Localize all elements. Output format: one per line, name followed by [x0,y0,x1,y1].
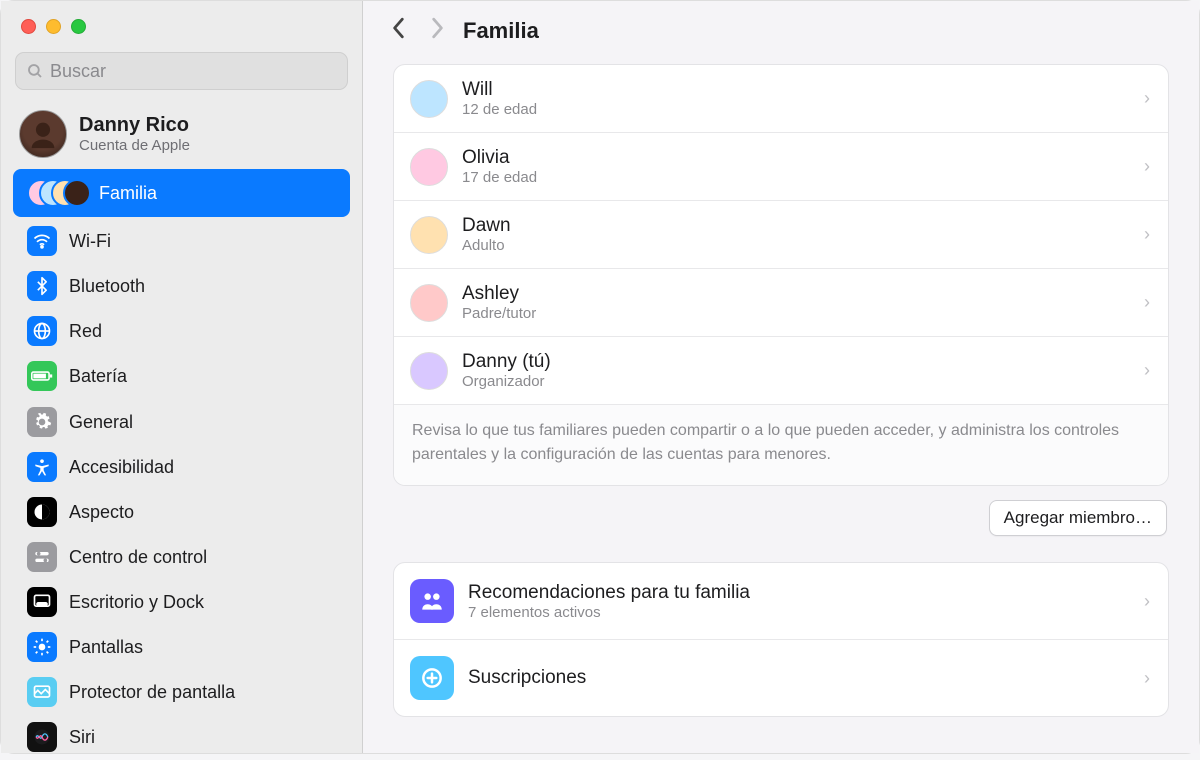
sidebar-item-accesibilidad[interactable]: Accesibilidad [13,445,350,489]
back-button[interactable] [391,17,407,44]
member-avatar [410,284,448,322]
appear-icon [27,497,57,527]
titlebar: Familia [363,1,1199,52]
member-avatar [410,352,448,390]
settings-window: Buscar Danny Rico Cuenta de Apple Famili… [1,1,1199,753]
minimize-window-button[interactable] [46,19,61,34]
sidebar-item-label: Red [69,321,102,342]
sidebar-item-label: Familia [99,183,157,204]
sidebar-item-label: Protector de pantalla [69,682,235,703]
member-subtitle: Padre/tutor [462,305,536,322]
member-avatar [410,148,448,186]
chevron-right-icon: › [1144,360,1150,381]
sidebar-item-label: Accesibilidad [69,457,174,478]
sidebar-item-label: Bluetooth [69,276,145,297]
sidebar-item-bluetooth[interactable]: Bluetooth [13,264,350,308]
sidebar-item-label: Aspecto [69,502,134,523]
disp-icon [27,632,57,662]
family-member-row[interactable]: Will 12 de edad › [394,65,1168,133]
sidebar-item-familia[interactable]: Familia [13,169,350,217]
chevron-right-icon: › [1144,224,1150,245]
chevron-right-icon: › [1144,668,1150,689]
ss-icon [27,677,57,707]
family-option-row[interactable]: Suscripciones › [394,639,1168,716]
sidebar-item-label: Wi-Fi [69,231,111,252]
family-member-row[interactable]: Dawn Adulto › [394,201,1168,269]
acc-icon [27,452,57,482]
account-avatar [19,110,67,158]
sidebar: Buscar Danny Rico Cuenta de Apple Famili… [1,1,363,753]
family-member-row[interactable]: Danny (tú) Organizador › [394,337,1168,404]
member-subtitle: Organizador [462,373,551,390]
chevron-right-icon: › [1144,88,1150,109]
family-member-row[interactable]: Ashley Padre/tutor › [394,269,1168,337]
family-option-row[interactable]: Recomendaciones para tu familia 7 elemen… [394,563,1168,639]
sidebar-item-protector-de-pantalla[interactable]: Protector de pantalla [13,670,350,714]
member-name: Danny (tú) [462,351,551,373]
sidebar-item-red[interactable]: Red [13,309,350,353]
sidebar-item-aspecto[interactable]: Aspecto [13,490,350,534]
family-members-card: Will 12 de edad › Olivia 17 de edad › Da… [393,64,1169,486]
sidebar-item-wi-fi[interactable]: Wi-Fi [13,219,350,263]
window-controls [1,13,362,52]
sidebar-item-pantallas[interactable]: Pantallas [13,625,350,669]
forward-button[interactable] [429,17,445,44]
cc-icon [27,542,57,572]
siri-icon [27,722,57,752]
family-avatars-icon [27,178,87,208]
option-subtitle: 7 elementos activos [468,604,750,621]
member-subtitle: Adulto [462,237,511,254]
sidebar-item-label: Centro de control [69,547,207,568]
fullscreen-window-button[interactable] [71,19,86,34]
option-title: Recomendaciones para tu familia [468,582,750,604]
sidebar-item-label: Siri [69,727,95,748]
option-title: Suscripciones [468,667,586,689]
add-member-button[interactable]: Agregar miembro… [989,500,1167,536]
family-member-row[interactable]: Olivia 17 de edad › [394,133,1168,201]
subs-icon [410,656,454,700]
chevron-right-icon: › [1144,591,1150,612]
member-subtitle: 17 de edad [462,169,537,186]
search-icon [26,62,44,80]
search-input[interactable]: Buscar [15,52,348,90]
account-name: Danny Rico [79,114,190,137]
sidebar-item-centro-de-control[interactable]: Centro de control [13,535,350,579]
search-placeholder: Buscar [50,61,106,82]
sidebar-item-escritorio-y-dock[interactable]: Escritorio y Dock [13,580,350,624]
bt-icon [27,271,57,301]
member-name: Will [462,79,537,101]
globe-icon [27,316,57,346]
account-row[interactable]: Danny Rico Cuenta de Apple [1,104,362,168]
sidebar-item-label: Batería [69,366,127,387]
sidebar-item-siri[interactable]: Siri [13,715,350,759]
sidebar-item-general[interactable]: General [13,400,350,444]
chevron-right-icon: › [1144,156,1150,177]
batt-icon [27,361,57,391]
sidebar-item-label: General [69,412,133,433]
close-window-button[interactable] [21,19,36,34]
sidebar-item-batería[interactable]: Batería [13,354,350,398]
member-avatar [410,80,448,118]
help-text: Revisa lo que tus familiares pueden comp… [394,404,1168,485]
dock-icon [27,587,57,617]
main-panel: Familia Will 12 de edad › Olivia 17 de e… [363,1,1199,753]
member-name: Olivia [462,147,537,169]
member-subtitle: 12 de edad [462,101,537,118]
page-title: Familia [463,18,539,44]
member-name: Dawn [462,215,511,237]
sidebar-item-label: Escritorio y Dock [69,592,204,613]
wifi-icon [27,226,57,256]
account-subtitle: Cuenta de Apple [79,137,190,154]
sidebar-item-label: Pantallas [69,637,143,658]
member-avatar [410,216,448,254]
gear-icon [27,407,57,437]
family-icon [410,579,454,623]
member-name: Ashley [462,283,536,305]
chevron-right-icon: › [1144,292,1150,313]
family-options-card: Recomendaciones para tu familia 7 elemen… [393,562,1169,717]
